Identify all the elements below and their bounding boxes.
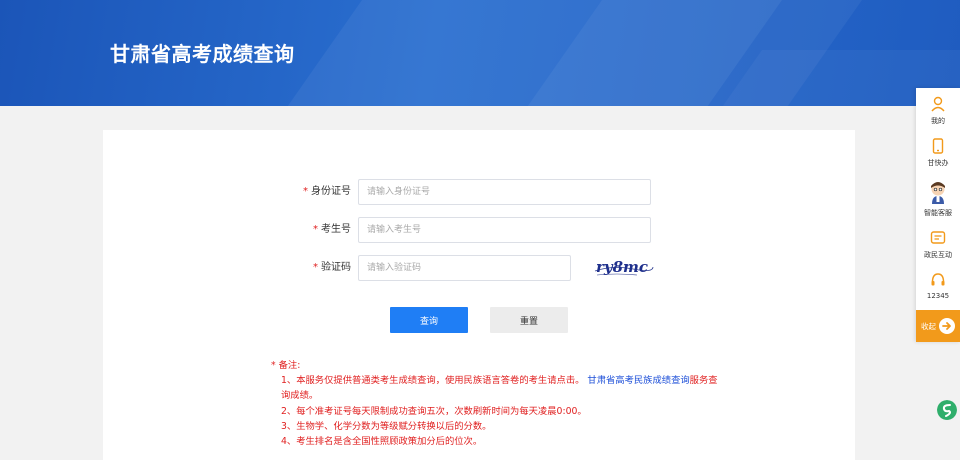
notes-section: * 备注: 1、本服务仅提供普通类考生成绩查询，使用民族语言答卷的考生请点击。 … xyxy=(271,358,721,449)
note-item: 4、考生排名是含全国性照顾政策加分后的位次。 xyxy=(281,436,483,448)
sidebar-item-interaction[interactable]: 政民互动 xyxy=(916,230,960,260)
sidebar-item-gankuaiban[interactable]: 甘快办 xyxy=(916,138,960,168)
id-number-row: * 身份证号 xyxy=(103,179,855,205)
arrow-right-icon xyxy=(939,318,955,334)
captcha-row: * 验证码 xyxy=(103,255,855,281)
side-toolbar: 我的 甘快办 智能客服 政民互动 12345 收起 xyxy=(916,88,960,342)
reset-button[interactable]: 重置 xyxy=(490,307,568,333)
mobile-phone-icon xyxy=(932,138,944,154)
exam-number-input[interactable] xyxy=(358,217,651,243)
note-item: 2、每个准考证号每天限制成功查询五次，次数刷新时间为每天凌晨0:00。 xyxy=(281,405,587,417)
captcha-text: ry8mc xyxy=(596,258,648,276)
note-item: 3、生物学、化学分数为等级赋分转换以后的分数。 xyxy=(281,420,492,432)
floating-service-logo-icon[interactable] xyxy=(937,400,957,420)
captcha-input[interactable] xyxy=(358,255,571,281)
id-number-label: * 身份证号 xyxy=(303,186,351,197)
headset-icon xyxy=(931,273,945,286)
message-icon xyxy=(930,231,946,244)
note-item: 1、本服务仅提供普通类考生成绩查询，使用民族语言答卷的考生请点击。 甘肃省高考民… xyxy=(281,375,718,402)
captcha-label: * 验证码 xyxy=(313,262,351,273)
id-number-input[interactable] xyxy=(358,179,651,205)
sidebar-item-assistant[interactable]: 智能客服 xyxy=(916,180,960,218)
ethnic-score-query-link[interactable]: 甘肃省高考民族成绩查询 xyxy=(587,375,689,386)
sidebar-collapse-button[interactable]: 收起 xyxy=(916,310,960,342)
notes-heading: * 备注: xyxy=(271,360,301,371)
query-button[interactable]: 查询 xyxy=(390,307,468,333)
captcha-image[interactable]: ry8mc xyxy=(593,255,655,279)
exam-number-label: * 考生号 xyxy=(313,224,351,235)
sidebar-item-hotline[interactable]: 12345 xyxy=(916,272,960,300)
header-banner: 甘肃省高考成绩查询 xyxy=(0,0,960,106)
user-icon xyxy=(931,96,945,112)
exam-number-row: * 考生号 xyxy=(103,217,855,243)
query-card: *身份证号 *考生号 *验证码 ry8mc 查询 重置 * 备注: 1、本服务仅… xyxy=(103,130,855,460)
sidebar-item-mine[interactable]: 我的 xyxy=(916,96,960,126)
page-title: 甘肃省高考成绩查询 xyxy=(110,42,295,66)
assistant-avatar-icon xyxy=(931,182,945,204)
